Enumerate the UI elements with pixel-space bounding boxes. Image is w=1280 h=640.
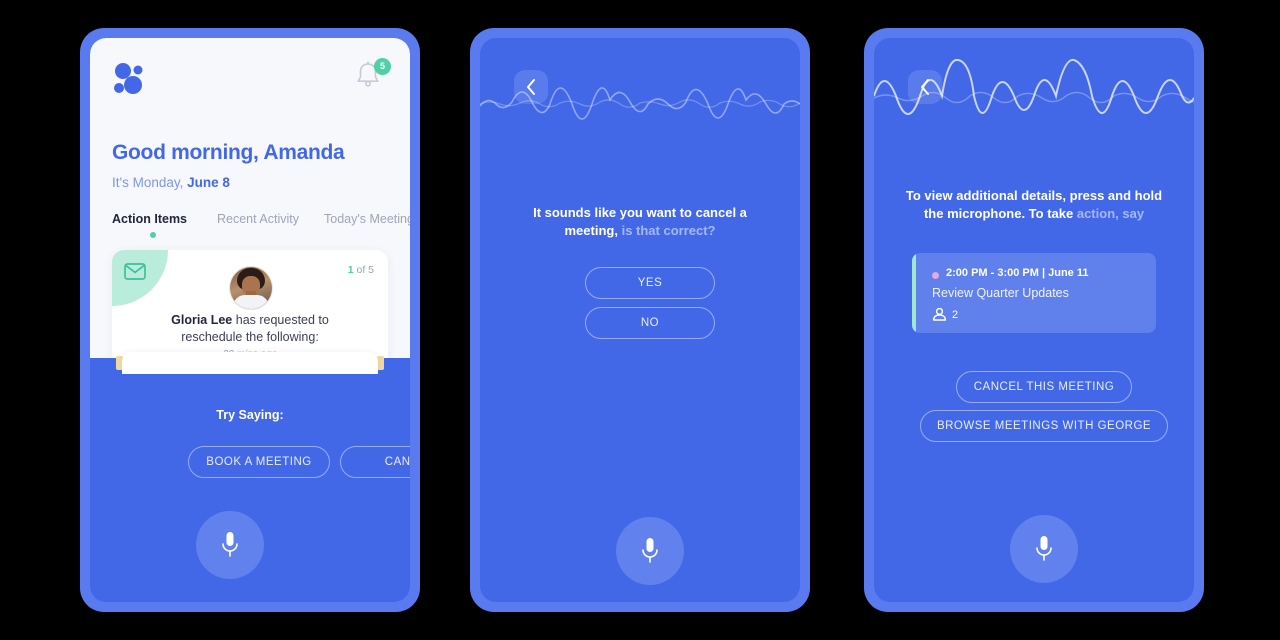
item-counter: 1 of 5 — [348, 264, 374, 276]
meeting-card[interactable]: 2:00 PM - 3:00 PM | June 11 Review Quart… — [912, 253, 1156, 333]
home-header: 5 — [112, 58, 391, 104]
meeting-title: Review Quarter Updates — [932, 286, 1069, 300]
meeting-accent-bar — [912, 253, 916, 333]
tab-recent-activity[interactable]: Recent Activity — [217, 212, 299, 226]
prompt-dim-text: action, say — [1073, 206, 1145, 221]
confirmation-prompt: It sounds like you want to cancel a meet… — [508, 204, 772, 240]
browse-meetings-button[interactable]: BROWSE MEETINGS WITH GEORGE — [920, 410, 1168, 442]
screen-confirmation: It sounds like you want to cancel a meet… — [480, 38, 800, 602]
screen-meeting-details: To view additional details, press and ho… — [874, 38, 1194, 602]
meeting-time: 2:00 PM - 3:00 PM | June 11 — [946, 267, 1089, 279]
card-stack-tab-right — [377, 356, 384, 370]
notification-badge: 5 — [374, 58, 391, 75]
home-card: 5 Good morning, Amanda It's Monday, June… — [90, 38, 410, 358]
envelope-icon — [124, 263, 146, 285]
action-item-message: Gloria Lee has requested to reschedule t… — [140, 312, 360, 346]
phone-meeting-details-screen: To view additional details, press and ho… — [864, 28, 1204, 612]
screen-home: 5 Good morning, Amanda It's Monday, June… — [90, 38, 410, 602]
prompt-dim-text: is that correct? — [617, 223, 716, 238]
microphone-icon — [1034, 535, 1054, 568]
tab-action-items[interactable]: Action Items — [112, 212, 187, 226]
active-tab-indicator — [150, 232, 156, 238]
screenshot-stage: 5 Good morning, Amanda It's Monday, June… — [0, 0, 1280, 640]
greeting-title: Good morning, Amanda — [112, 141, 345, 164]
back-button[interactable] — [908, 70, 942, 104]
attendee-count: 2 — [952, 309, 959, 321]
instruction-prompt: To view additional details, press and ho… — [902, 187, 1166, 223]
action-item-card[interactable]: 1 of 5 Gloria Lee has requested to resch… — [112, 250, 388, 358]
suggestion-row: BOOK A MEETING CANCEL A — [90, 446, 410, 478]
back-button[interactable] — [514, 70, 548, 104]
microphone-icon — [640, 537, 660, 570]
microphone-button[interactable] — [1010, 515, 1078, 583]
cancel-this-meeting-button[interactable]: CANCEL THIS MEETING — [956, 371, 1132, 403]
microphone-button[interactable] — [196, 511, 264, 579]
notifications-bell[interactable]: 5 — [354, 58, 391, 96]
date-value: June 8 — [187, 175, 230, 190]
suggestion-cancel-a[interactable]: CANCEL A — [340, 446, 410, 478]
tab-todays-meetings[interactable]: Today's Meetings — [324, 212, 410, 226]
phone-home-screen: 5 Good morning, Amanda It's Monday, June… — [80, 28, 420, 612]
date-subtitle: It's Monday, June 8 — [112, 175, 230, 190]
tab-bar: Action Items Recent Activity Today's Mee… — [112, 212, 410, 238]
status-dot — [932, 272, 939, 279]
try-saying-label: Try Saying: — [216, 408, 284, 422]
chevron-left-icon — [919, 78, 931, 101]
microphone-button[interactable] — [616, 517, 684, 585]
people-icon — [932, 307, 947, 324]
phone-confirmation-screen: It sounds like you want to cancel a meet… — [470, 28, 810, 612]
requester-name: Gloria Lee — [171, 313, 233, 327]
no-button[interactable]: NO — [585, 307, 715, 339]
chevron-left-icon — [525, 78, 537, 101]
suggestion-book-a-meeting[interactable]: BOOK A MEETING — [188, 446, 330, 478]
date-prefix: It's Monday, — [112, 175, 188, 190]
card-stack-peek — [122, 352, 378, 374]
app-logo-icon[interactable] — [112, 62, 146, 96]
item-counter-total: of 5 — [353, 264, 374, 276]
microphone-icon — [220, 531, 240, 564]
yes-button[interactable]: YES — [585, 267, 715, 299]
avatar — [229, 266, 273, 310]
